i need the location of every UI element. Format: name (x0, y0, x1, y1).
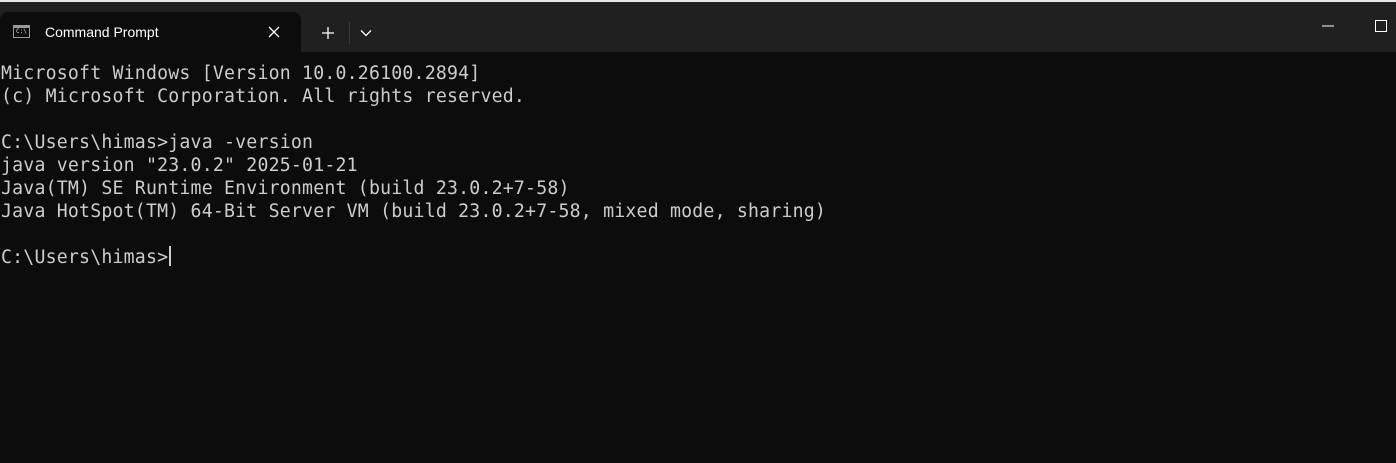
minimize-button[interactable] (1310, 10, 1346, 42)
tab-separator (349, 22, 350, 44)
terminal-output[interactable]: Microsoft Windows [Version 10.0.26100.28… (0, 52, 1396, 463)
terminal-line: (c) Microsoft Corporation. All rights re… (1, 86, 526, 107)
plus-icon (322, 27, 334, 39)
text-cursor (169, 246, 172, 266)
terminal-window: C:\ Command Prompt Microsoft Windows [Ve… (0, 0, 1396, 463)
cmd-icon: C:\ (13, 25, 30, 38)
terminal-line: Java HotSpot(TM) 64-Bit Server VM (build… (1, 201, 827, 222)
tab-command-prompt[interactable]: C:\ Command Prompt (0, 12, 301, 52)
tab-close-button[interactable] (262, 20, 286, 44)
chevron-down-icon (360, 30, 372, 37)
terminal-line: java version "23.0.2" 2025-01-21 (1, 155, 358, 176)
new-tab-button[interactable] (313, 18, 343, 48)
minimize-icon (1322, 25, 1334, 27)
prompt-text: C:\Users\himas> (1, 247, 169, 268)
maximize-icon (1375, 20, 1387, 32)
close-icon (268, 26, 280, 38)
maximize-button[interactable] (1366, 10, 1396, 42)
terminal-line: Microsoft Windows [Version 10.0.26100.28… (1, 63, 481, 84)
tab-title: Command Prompt (45, 24, 159, 40)
prompt-line[interactable]: C:\Users\himas> (1, 246, 1396, 269)
profile-dropdown-button[interactable] (352, 18, 380, 48)
title-bar[interactable]: C:\ Command Prompt (0, 2, 1396, 52)
terminal-line: Java(TM) SE Runtime Environment (build 2… (1, 178, 570, 199)
terminal-line: C:\Users\himas>java -version (1, 132, 314, 153)
